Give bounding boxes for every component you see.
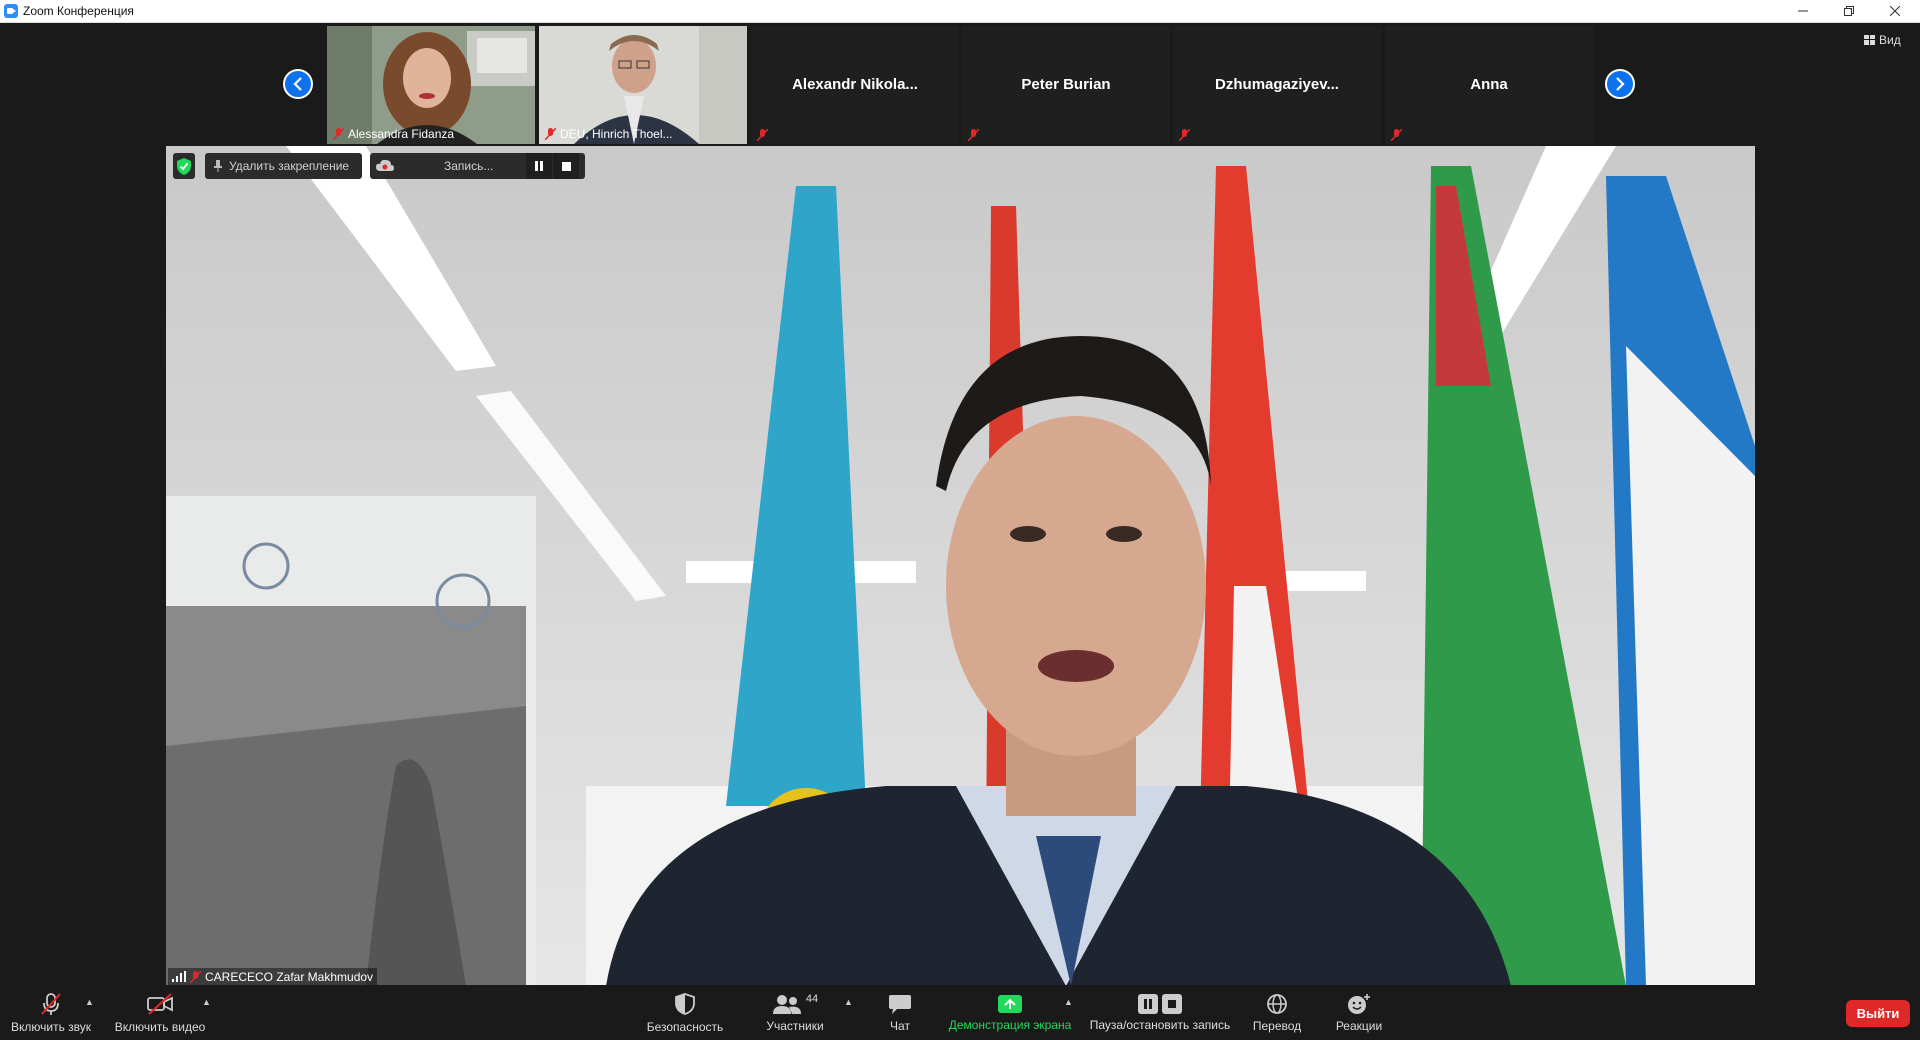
- chat-button[interactable]: Чат: [870, 985, 930, 1040]
- cloud-record-icon: [376, 159, 394, 171]
- start-video-button[interactable]: Включить видео: [112, 985, 208, 1040]
- translate-label: Перевод: [1252, 1018, 1302, 1033]
- chat-icon: [889, 994, 911, 1014]
- shield-check-icon: [177, 158, 191, 175]
- title-bar: Zoom Конференция: [0, 0, 1920, 23]
- next-page-button[interactable]: [1605, 69, 1635, 99]
- share-options-caret[interactable]: ▲: [1064, 997, 1073, 1007]
- close-button[interactable]: [1872, 0, 1918, 22]
- view-button[interactable]: Вид: [1864, 33, 1901, 47]
- unpin-button[interactable]: Удалить закрепление: [205, 153, 362, 179]
- speaker-video-frame: [166, 146, 1755, 986]
- chevron-right-icon: [1616, 77, 1625, 91]
- audio-options-caret[interactable]: ▲: [85, 997, 94, 1007]
- unmute-label: Включить звук: [10, 1019, 92, 1034]
- share-screen-icon: [998, 994, 1022, 1013]
- participants-options-caret[interactable]: ▲: [844, 997, 853, 1007]
- pause-icon: [535, 161, 543, 171]
- participant-name: Peter Burian: [1021, 76, 1111, 93]
- participant-name: Alexandr Nikola...: [792, 76, 918, 93]
- chevron-left-icon: [293, 77, 302, 91]
- reactions-label: Реакции: [1335, 1018, 1383, 1033]
- globe-icon: [1267, 993, 1287, 1014]
- window-title: Zoom Конференция: [23, 4, 134, 18]
- pause-stop-recording-button[interactable]: Пауза/остановить запись: [1085, 985, 1235, 1040]
- translate-button[interactable]: Перевод: [1240, 985, 1314, 1040]
- leave-meeting-button[interactable]: Выйти: [1846, 1000, 1910, 1027]
- restore-icon: [1844, 6, 1854, 16]
- pause-icon: [1138, 993, 1158, 1014]
- prev-page-button[interactable]: [283, 69, 313, 99]
- chat-label: Чат: [890, 1018, 910, 1033]
- record-label: Пауза/остановить запись: [1089, 1017, 1231, 1032]
- close-icon: [1890, 6, 1900, 16]
- unpin-label: Удалить закрепление: [229, 159, 350, 173]
- share-screen-button[interactable]: Демонстрация экрана: [945, 985, 1075, 1040]
- muted-mic-icon: [1390, 128, 1403, 142]
- participant-tile[interactable]: Anna: [1385, 26, 1593, 144]
- participants-button[interactable]: 44 Участники: [752, 985, 838, 1040]
- signal-strength-icon: [172, 971, 186, 982]
- grid-view-icon: [1864, 35, 1875, 45]
- pin-icon: [214, 160, 222, 172]
- muted-mic-icon: [967, 128, 980, 142]
- participant-name: DEU, Hinrich Thoel...: [560, 127, 673, 141]
- start-video-label: Включить видео: [114, 1019, 206, 1034]
- zoom-app-icon: [4, 4, 18, 18]
- security-label: Безопасность: [646, 1019, 724, 1034]
- emoji-plus-icon: [1348, 993, 1370, 1014]
- stop-recording-button[interactable]: [553, 153, 579, 179]
- recording-label: Запись...: [444, 159, 494, 173]
- muted-mic-icon: [332, 127, 345, 141]
- speaker-label: CARECECO Zafar Makhmudov: [168, 968, 378, 985]
- participant-name: Alessandra Fidanza: [348, 127, 455, 141]
- recording-indicator: Запись...: [370, 153, 585, 179]
- participants-label: Участники: [766, 1018, 824, 1033]
- view-label: Вид: [1879, 33, 1901, 47]
- participant-tile[interactable]: Alexandr Nikola...: [751, 26, 959, 144]
- participant-tile[interactable]: DEU, Hinrich Thoel...: [539, 26, 747, 144]
- muted-mic-icon: [756, 128, 769, 142]
- mic-off-icon: [41, 992, 61, 1015]
- unmute-button[interactable]: Включить звук: [8, 985, 94, 1040]
- video-options-caret[interactable]: ▲: [202, 997, 211, 1007]
- video-off-icon: [147, 992, 173, 1015]
- participants-icon: [772, 994, 801, 1014]
- participant-tile[interactable]: Peter Burian: [962, 26, 1170, 144]
- minimize-icon: [1798, 10, 1808, 12]
- participant-tile[interactable]: Alessandra Fidanza: [327, 26, 535, 144]
- reactions-button[interactable]: Реакции: [1322, 985, 1396, 1040]
- shield-icon: [675, 992, 695, 1015]
- muted-mic-icon: [190, 970, 201, 983]
- restore-button[interactable]: [1826, 0, 1872, 22]
- speaker-name: CARECECO Zafar Makhmudov: [205, 969, 374, 984]
- stop-icon: [1162, 993, 1182, 1014]
- participants-count: 44: [805, 992, 819, 1005]
- muted-mic-icon: [1178, 128, 1191, 142]
- active-speaker-video: [166, 146, 1755, 986]
- pause-recording-button[interactable]: [526, 153, 552, 179]
- share-label: Демонстрация экрана: [948, 1017, 1072, 1032]
- participant-tile[interactable]: Dzhumagaziyev...: [1173, 26, 1381, 144]
- muted-mic-icon: [544, 127, 557, 141]
- encryption-badge[interactable]: [173, 153, 195, 179]
- participant-name: Anna: [1470, 76, 1508, 93]
- participant-name: Dzhumagaziyev...: [1215, 76, 1339, 93]
- stop-icon: [561, 161, 571, 171]
- security-button[interactable]: Безопасность: [642, 985, 728, 1040]
- minimize-button[interactable]: [1780, 0, 1826, 22]
